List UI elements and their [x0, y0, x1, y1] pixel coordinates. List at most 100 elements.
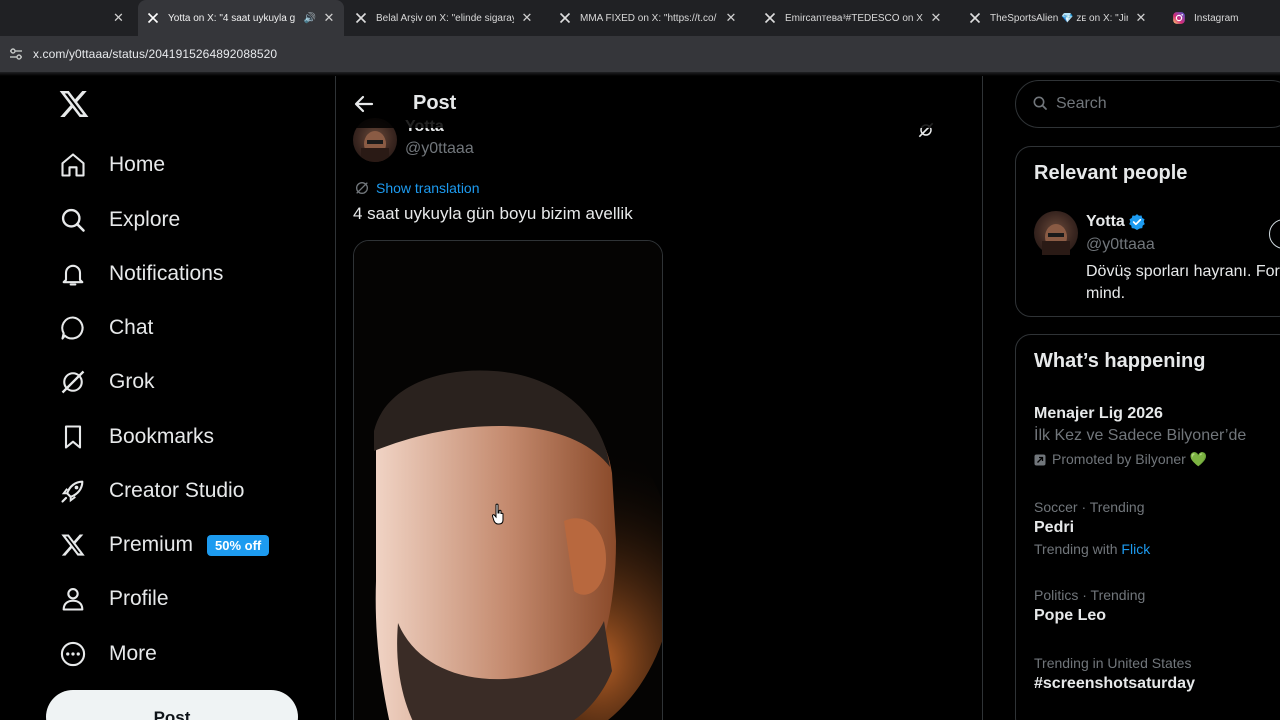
trend-name: Pope Leo — [1034, 607, 1107, 624]
nav-premium-label: Premium — [109, 533, 194, 556]
site-settings-icon[interactable] — [8, 46, 24, 62]
trend-name: Menajer Lig 2026 — [1034, 405, 1163, 422]
nav-profile-label: Profile — [109, 587, 169, 610]
rocket-icon — [58, 476, 88, 506]
relevant-person-bio: Dövüş sporları hayranı. For mind. — [1086, 261, 1280, 305]
show-translation-label: Show translation — [376, 180, 480, 196]
trend-category: Politics · Trending — [1034, 587, 1146, 603]
person-icon — [58, 584, 88, 614]
tab-close-icon[interactable]: ✕ — [1134, 10, 1148, 26]
nav-notifications-label: Notifications — [109, 262, 224, 285]
verified-badge-icon — [1128, 213, 1146, 231]
address-bar: x.com/y0ttaaa/status/2041915264892088520 — [0, 36, 1280, 72]
trend-category: Soccer · Trending — [1034, 499, 1145, 515]
tab-title: Instagram — [1194, 12, 1239, 24]
tab-close-icon[interactable]: ✕ — [322, 10, 336, 26]
nav-home[interactable]: Home — [58, 145, 165, 185]
nav-chat-label: Chat — [109, 316, 154, 339]
x-logo-icon[interactable] — [58, 88, 90, 120]
bio-line: Dövüş sporları hayranı. For — [1086, 263, 1280, 280]
x-logo-icon — [558, 11, 572, 25]
trend-subtitle: İlk Kez ve Sadece Bilyoner’de — [1034, 427, 1247, 444]
nav-grok[interactable]: Grok — [58, 362, 155, 402]
follow-button[interactable] — [1269, 219, 1280, 249]
home-icon — [58, 150, 88, 180]
tab-title: Yotta on X: "4 saat uykuyla g — [168, 12, 296, 24]
x-logo-icon — [968, 11, 982, 25]
premium-discount-badge: 50% off — [207, 534, 270, 556]
bio-line: mind. — [1086, 285, 1126, 302]
search-icon — [58, 205, 88, 235]
promoted-icon — [1034, 454, 1046, 466]
speaker-icon[interactable]: 🔊 — [304, 13, 316, 24]
relevant-people-title: Relevant people — [1034, 162, 1188, 184]
search-icon — [1032, 95, 1050, 113]
trending-with-label: Trending with — [1034, 541, 1118, 557]
whats-happening-title: What’s happening — [1034, 350, 1206, 372]
tab-close-icon[interactable]: ✕ — [113, 10, 124, 26]
bell-icon — [58, 259, 88, 289]
chat-bubble-icon — [58, 313, 88, 343]
promoted-label: Promoted by Bilyoner 💚 — [1034, 451, 1280, 468]
tab-title: MMA FIXED on X: "https://t.co/ — [580, 12, 717, 24]
search-box[interactable] — [1015, 80, 1280, 128]
url-input[interactable]: x.com/y0ttaaa/status/2041915264892088520 — [33, 47, 277, 61]
tab-close-icon[interactable]: ✕ — [724, 10, 738, 26]
browser-tab[interactable]: MMA FIXED on X: "https://t.co/ ✕ — [550, 0, 746, 36]
avatar[interactable] — [1034, 211, 1078, 255]
whats-happening-panel: What’s happening Menajer Lig 2026 İlk Ke… — [1015, 334, 1280, 720]
browser-tab-active[interactable]: Yotta on X: "4 saat uykuyla g 🔊 ✕ — [138, 0, 344, 36]
translate-icon — [354, 180, 370, 196]
column-divider — [982, 76, 983, 720]
hand-cursor-icon — [492, 503, 504, 525]
nav-premium[interactable]: Premium 50% off — [58, 525, 270, 565]
author-handle[interactable]: @y0ttaaa — [405, 140, 474, 158]
nav-more-label: More — [109, 642, 157, 665]
trend-related-link[interactable]: Flick — [1121, 541, 1150, 557]
trend-name: #screenshotsaturday — [1034, 675, 1195, 692]
browser-tab[interactable]: TheSportsAlien 💎 ᴢᴇ on X: "Jiri ✕ — [960, 0, 1156, 36]
trend-item[interactable]: Soccer · Trending Pedri Trending with Fl… — [1034, 499, 1280, 557]
compose-post-button[interactable]: Post — [46, 690, 298, 720]
tab-close-icon[interactable]: ✕ — [520, 10, 534, 26]
more-circle-icon — [58, 639, 88, 669]
x-logo-icon — [763, 11, 777, 25]
trend-name: Pedri — [1034, 519, 1075, 536]
nav-grok-label: Grok — [109, 370, 155, 393]
relevant-people-panel: Relevant people Yotta @y0ttaaa Dövüş spo… — [1015, 146, 1280, 317]
trend-item[interactable]: Politics · Trending Pope Leo — [1034, 587, 1280, 625]
search-input[interactable] — [1056, 95, 1256, 113]
bookmark-icon — [58, 422, 88, 452]
back-arrow-icon[interactable] — [352, 92, 376, 116]
tab-title: Emircanтеваᵌ#TEDESCO on X: "I — [785, 12, 923, 24]
tab-close-icon[interactable]: ✕ — [929, 10, 943, 26]
nav-creator-studio-label: Creator Studio — [109, 479, 245, 502]
nav-creator-studio[interactable]: Creator Studio — [58, 471, 244, 511]
post-text: 4 saat uykuyla gün boyu bizim avellik — [353, 204, 633, 223]
nav-explore[interactable]: Explore — [58, 200, 180, 240]
nav-home-label: Home — [109, 153, 166, 176]
nav-notifications[interactable]: Notifications — [58, 254, 223, 294]
trend-item[interactable]: Menajer Lig 2026 İlk Kez ve Sadece Bilyo… — [1034, 405, 1280, 468]
relevant-person-name[interactable]: Yotta — [1086, 213, 1146, 231]
instagram-icon — [1172, 11, 1186, 25]
nav-more[interactable]: More — [58, 634, 157, 674]
nav-bookmarks-label: Bookmarks — [109, 425, 215, 448]
x-logo-icon — [354, 11, 368, 25]
tab-title: Belal Arşiv on X: "elinde sigaray — [376, 12, 514, 24]
trend-item[interactable]: Trending in United States #screenshotsat… — [1034, 655, 1280, 693]
nav-chat[interactable]: Chat — [58, 308, 153, 348]
browser-tab[interactable]: Belal Arşiv on X: "elinde sigaray ✕ — [346, 0, 542, 36]
browser-tab[interactable]: Emircanтеваᵌ#TEDESCO on X: "I ✕ — [755, 0, 951, 36]
post-video[interactable] — [353, 240, 663, 720]
show-translation-link[interactable]: Show translation — [354, 180, 480, 196]
relevant-person-handle[interactable]: @y0ttaaa — [1086, 236, 1155, 254]
grok-icon — [58, 367, 88, 397]
tab-title: TheSportsAlien 💎 ᴢᴇ on X: "Jiri — [990, 12, 1128, 24]
nav-bookmarks[interactable]: Bookmarks — [58, 417, 214, 457]
trend-category: Trending in United States — [1034, 655, 1192, 671]
relevant-person-name-text: Yotta — [1086, 213, 1125, 230]
x-logo-icon — [58, 530, 88, 560]
browser-tab[interactable]: Instagram — [1164, 0, 1280, 36]
nav-profile[interactable]: Profile — [58, 579, 169, 619]
